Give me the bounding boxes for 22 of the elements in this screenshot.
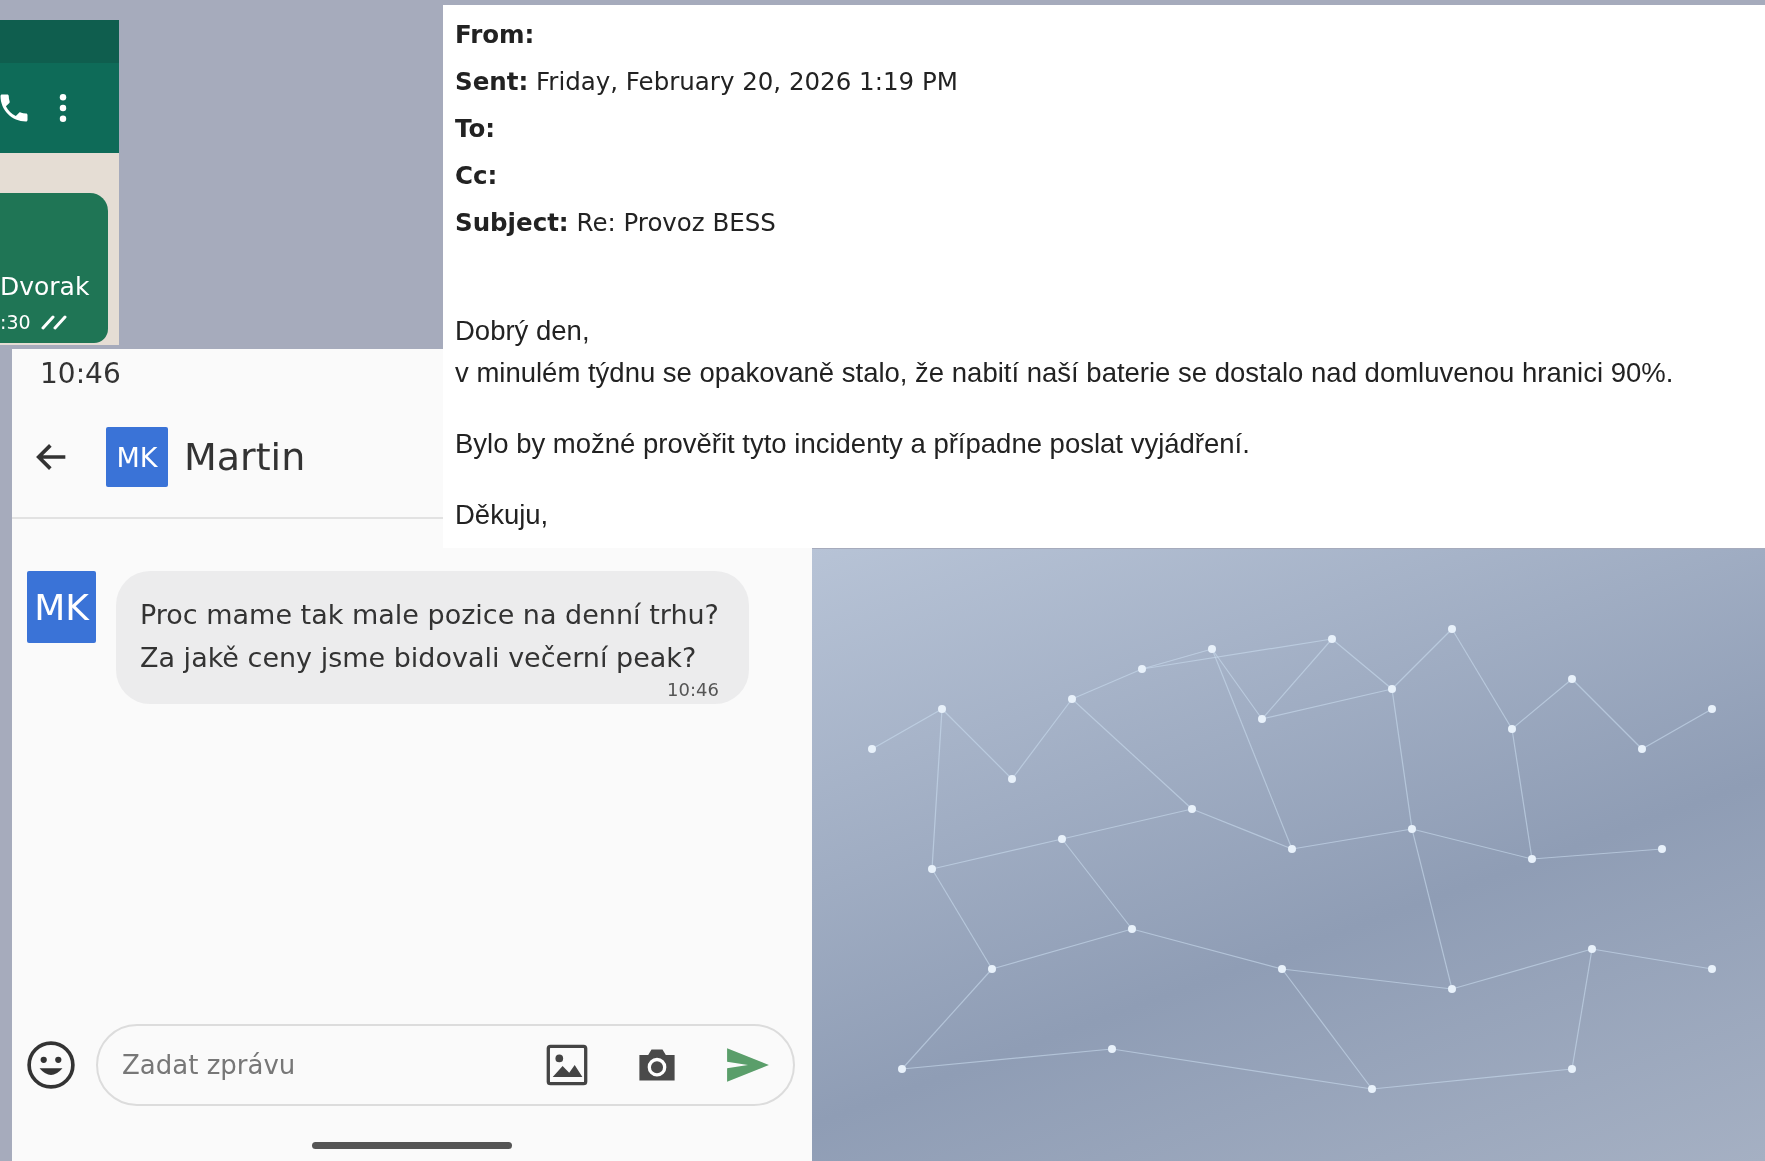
contact-avatar: MK (106, 427, 168, 487)
status-time: 10:46 (40, 357, 121, 392)
contact-name: Martin (184, 435, 306, 479)
more-options-icon[interactable] (58, 94, 68, 122)
emoji-icon[interactable] (26, 1040, 76, 1090)
email-header: From: (455, 19, 536, 51)
message-time: :30 (0, 311, 31, 333)
email-text: v minulém týdnu se opakovaně stalo, že nabití naší baterie se dostalo nad domluvenou hranici 90%. (455, 356, 1675, 390)
message-text: Dvorak (0, 272, 91, 301)
message-text: Proc mame tak male pozice na denní trhu? (140, 598, 719, 632)
email-header: Cc: (455, 160, 499, 192)
email-text: Dobrý den, (455, 314, 591, 348)
email-text: Děkuju, (455, 498, 550, 532)
email-header: Subject: Re: Provoz BESS (455, 207, 777, 239)
email-header: To: (455, 113, 497, 145)
message-time: 10:46 (666, 679, 719, 700)
email-text: Bylo by možné prověřit tyto incidenty a případne poslat vyjádření. (455, 427, 1251, 461)
sender-avatar: MK (27, 571, 96, 643)
message-text: Za jakě ceny jsme bidovali večerní peak? (140, 641, 698, 675)
email-header: Sent: Friday, February 20, 2026 1:19 PM (455, 66, 959, 98)
image-icon[interactable] (545, 1043, 589, 1087)
send-icon[interactable] (725, 1046, 771, 1084)
